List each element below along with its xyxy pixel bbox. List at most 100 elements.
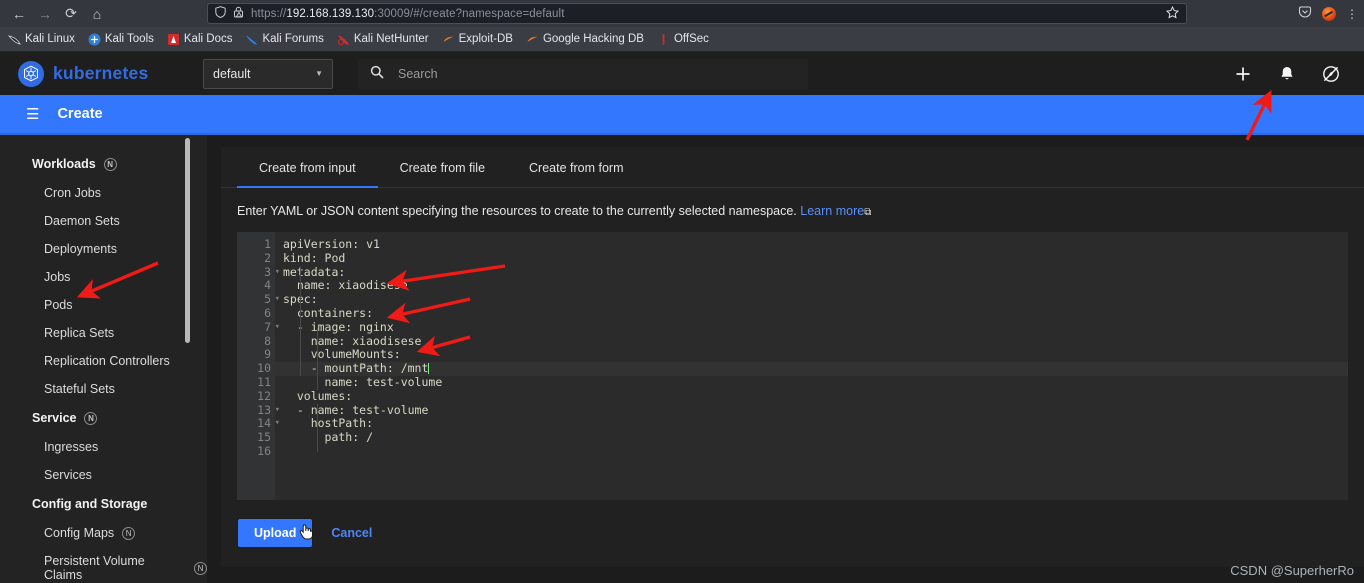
bell-icon[interactable] <box>1276 63 1298 85</box>
code-line: name: xiaodisese <box>283 278 408 293</box>
kali-forums-icon <box>245 33 258 46</box>
code-line: - image: nginx <box>283 319 394 334</box>
sidebar-item-label: Pods <box>44 298 73 312</box>
page-title: Create <box>57 106 103 122</box>
compass-slash-icon[interactable] <box>1320 63 1342 85</box>
code-line-active: - mountPath: /mnt <box>275 361 1348 376</box>
sidebar-item-deployments[interactable]: Deployments <box>0 235 207 263</box>
line-number: 6 <box>264 305 271 320</box>
sidebar-item-replication-controllers[interactable]: Replication Controllers <box>0 347 207 375</box>
forward-icon[interactable]: → <box>32 3 58 25</box>
bookmark-kali-nethunter[interactable]: Kali NetHunter <box>337 33 429 46</box>
line-number: 1 <box>264 237 271 251</box>
editor-gutter: 1 2 3▾ 4 5▾ 6 7▾ 8 9 10▾ 11 12 13▾ 14▾ <box>237 232 280 500</box>
plus-icon[interactable] <box>1232 63 1254 85</box>
code-line: path: / <box>283 430 374 445</box>
line-number: 4 <box>264 278 271 293</box>
page-toolbar: ☰ Create <box>0 95 1364 135</box>
code-line: name: xiaodisese <box>283 333 422 348</box>
sidebar-item-label: Replica Sets <box>44 326 115 340</box>
hamburger-menu-icon[interactable]: ⋮ <box>1346 7 1358 21</box>
shield-icon[interactable] <box>215 6 226 21</box>
bookmark-exploit-db[interactable]: Exploit-DB <box>442 33 513 46</box>
upload-button-label: Upload <box>254 526 297 540</box>
reload-icon[interactable]: ⟳ <box>58 3 84 25</box>
exploitdb-icon <box>442 33 455 46</box>
sidebar-item-label: Ingresses <box>44 440 99 454</box>
sidebar-item-pods[interactable]: Pods <box>0 291 207 319</box>
sidebar-item-jobs[interactable]: Jobs <box>0 263 207 291</box>
sidebar-scrollbar[interactable] <box>185 138 190 343</box>
tab-create-from-form[interactable]: Create from form <box>507 161 645 187</box>
kali-dragon-icon <box>8 33 21 46</box>
line-number: 5 ▾ <box>264 292 280 307</box>
line-number: 9 <box>264 347 271 362</box>
bookmark-label: Exploit-DB <box>458 33 513 45</box>
dashboard-header: kubernetes default ▼ Search <box>0 52 1364 95</box>
back-icon[interactable]: ← <box>6 3 32 25</box>
learn-more-link[interactable]: Learn more <box>800 204 864 218</box>
sidebar-item-ingresses[interactable]: Ingresses <box>0 433 207 461</box>
nav-group-config-and-storage[interactable]: Config and Storage <box>0 489 207 519</box>
nav-group-label: Config and Storage <box>32 497 148 511</box>
cancel-button[interactable]: Cancel <box>331 526 372 540</box>
bookmark-offsec[interactable]: OffSec <box>657 33 709 46</box>
line-number: 15 <box>257 430 271 445</box>
namespaced-badge: N <box>84 411 98 425</box>
offsec-icon <box>657 33 670 46</box>
editor-code[interactable]: apiVersion: v1 kind: Pod metadata: name:… <box>275 232 1348 500</box>
line-number: 12 <box>257 388 271 403</box>
bookmark-kali-tools[interactable]: Kali Tools <box>88 33 154 46</box>
bookmark-label: Kali Forums <box>262 33 324 45</box>
sidebar-item-config-maps[interactable]: Config Maps N <box>0 519 207 547</box>
nav-group-label: Workloads <box>32 157 96 171</box>
browser-toolbar: ← → ⟳ ⌂ https://192.168.139.130:30009/#/… <box>0 0 1364 27</box>
nav-group-service[interactable]: Service N <box>0 403 207 433</box>
sidebar-item-persistent-volume-claims[interactable]: Persistent Volume Claims N <box>0 547 207 583</box>
url-bar[interactable]: https://192.168.139.130:30009/#/create?n… <box>207 3 1187 24</box>
kubernetes-helm-icon <box>18 60 44 87</box>
action-buttons: Upload Cancel <box>221 500 1364 548</box>
sidebar-item-cron-jobs[interactable]: Cron Jobs <box>0 179 207 207</box>
sidebar-item-services[interactable]: Services <box>0 461 207 489</box>
sidebar-item-daemon-sets[interactable]: Daemon Sets <box>0 207 207 235</box>
sidebar-item-replica-sets[interactable]: Replica Sets <box>0 319 207 347</box>
bookmark-google-hacking-db[interactable]: Google Hacking DB <box>526 33 644 46</box>
hint-text: Enter YAML or JSON content specifying th… <box>221 188 1364 232</box>
home-icon[interactable]: ⌂ <box>84 3 110 25</box>
bookmark-kali-docs[interactable]: Kali Docs <box>167 33 233 46</box>
nav-group-label: Service <box>32 411 77 425</box>
kali-docs-icon <box>167 33 180 46</box>
sidebar-item-label: Jobs <box>44 270 71 284</box>
bookmark-label: Kali Docs <box>183 33 233 45</box>
lock-warning-icon[interactable] <box>233 6 244 21</box>
bookmark-kali-linux[interactable]: Kali Linux <box>8 33 75 46</box>
hamburger-menu-icon[interactable]: ☰ <box>26 107 39 122</box>
pocket-icon[interactable] <box>1298 5 1312 22</box>
code-line: name: test-volume <box>283 374 443 389</box>
upload-button[interactable]: Upload <box>237 518 314 548</box>
indent-guide <box>317 404 318 452</box>
nav-group-workloads[interactable]: Workloads N <box>0 149 207 179</box>
sidebar-item-label: Deployments <box>44 242 117 256</box>
tab-create-from-input[interactable]: Create from input <box>237 161 378 188</box>
search-box[interactable]: Search <box>358 58 808 89</box>
text-caret <box>428 363 430 375</box>
yaml-editor[interactable]: 1 2 3▾ 4 5▾ 6 7▾ 8 9 10▾ 11 12 13▾ 14▾ <box>237 232 1348 500</box>
sidebar-item-label: Services <box>44 468 92 482</box>
browser-right-icons: ⋮ <box>1284 5 1358 22</box>
tab-bar: Create from input Create from file Creat… <box>221 147 1364 188</box>
brand[interactable]: kubernetes <box>18 60 198 87</box>
line-number: 10▾ <box>237 361 280 376</box>
search-input[interactable]: Search <box>398 67 438 81</box>
bookmark-star-icon[interactable] <box>1165 5 1180 22</box>
learn-more-label: Learn more <box>800 204 865 218</box>
namespace-select[interactable]: default ▼ <box>203 58 333 89</box>
sidebar: Workloads N Cron Jobs Daemon Sets Deploy… <box>0 135 207 583</box>
sidebar-item-stateful-sets[interactable]: Stateful Sets <box>0 375 207 403</box>
tab-label: Create from file <box>399 161 486 175</box>
bookmark-label: Kali Tools <box>104 33 154 45</box>
kali-dragon-icon[interactable] <box>1322 6 1336 21</box>
bookmark-kali-forums[interactable]: Kali Forums <box>245 33 324 46</box>
tab-create-from-file[interactable]: Create from file <box>378 161 507 187</box>
